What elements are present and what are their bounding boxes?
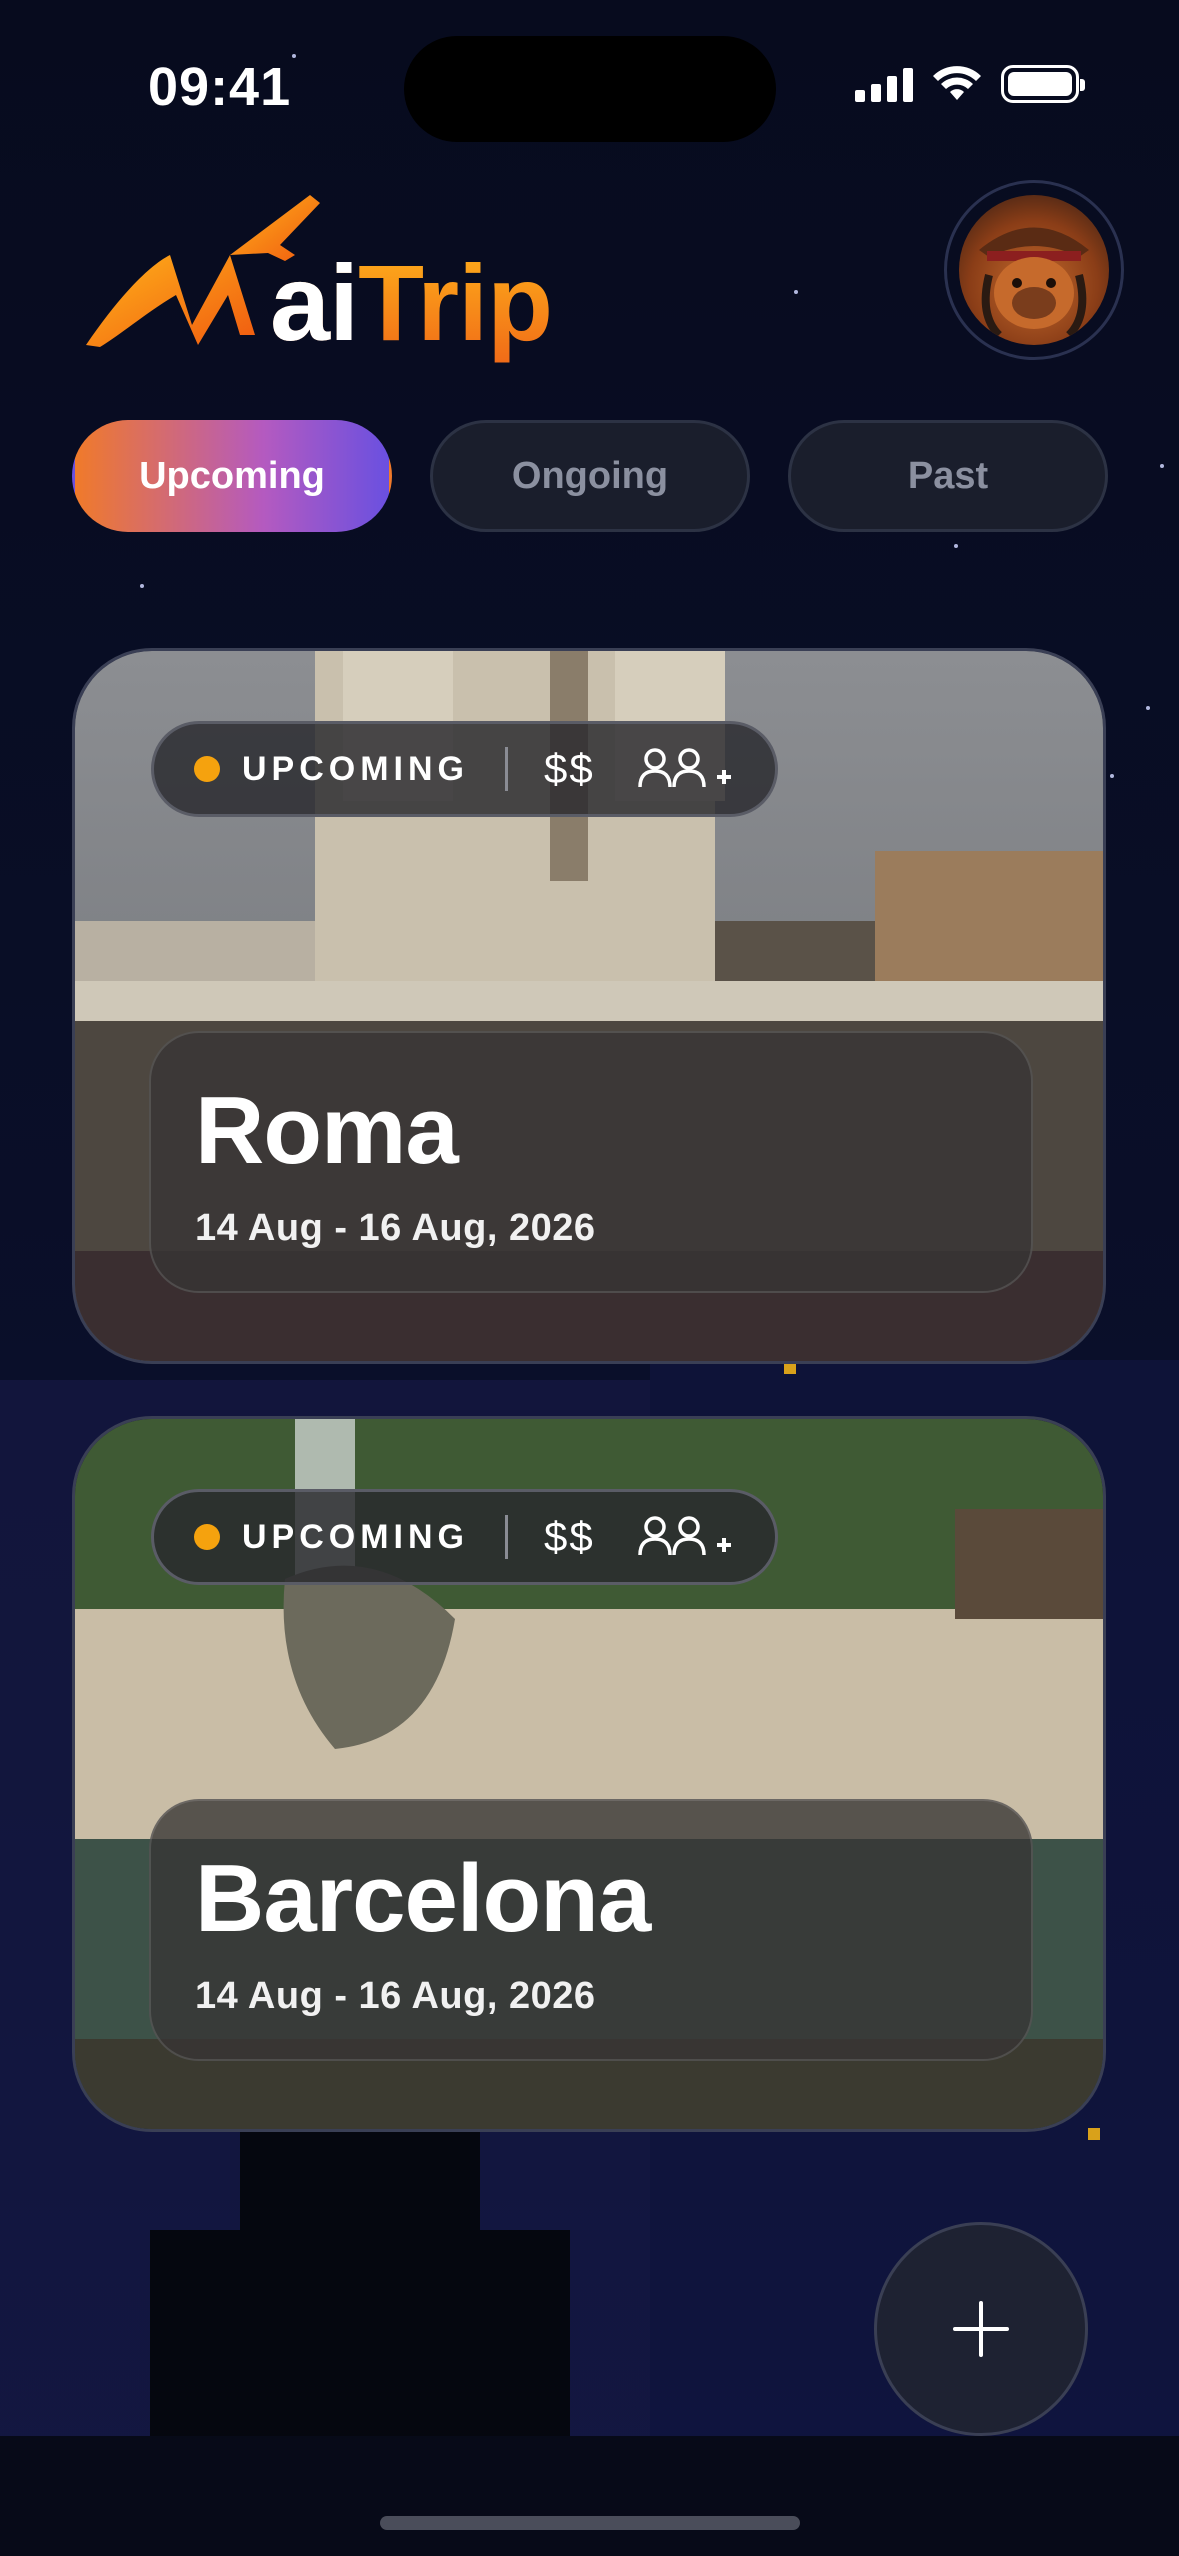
tab-past[interactable]: Past <box>788 420 1108 532</box>
status-time: 09:41 <box>148 57 292 117</box>
trip-info-panel: Barcelona 14 Aug - 16 Aug, 2026 <box>149 1799 1033 2061</box>
divider <box>505 1515 508 1559</box>
trip-meta-pill: UPCOMING $$ <box>151 1489 778 1585</box>
app-screen: 09:41 aiTrip Upcoming Ongoing Past UPCOM… <box>0 0 1179 2556</box>
wifi-icon <box>933 66 981 100</box>
trip-info-panel: Roma 14 Aug - 16 Aug, 2026 <box>149 1031 1033 1293</box>
star <box>1110 774 1114 778</box>
tab-upcoming[interactable]: Upcoming <box>72 420 392 532</box>
tab-ongoing[interactable]: Ongoing <box>430 420 750 532</box>
dynamic-island <box>404 36 776 142</box>
trip-price-level: $$ <box>544 745 595 792</box>
signal-icon <box>855 66 913 102</box>
trip-card[interactable]: UPCOMING $$ Roma 14 Aug - 16 Aug, 2026 <box>72 648 1106 1364</box>
avatar <box>959 195 1109 345</box>
group-add-icon <box>637 1516 731 1556</box>
pixel-dot <box>1088 2128 1100 2140</box>
status-icons <box>855 64 1085 104</box>
divider <box>505 747 508 791</box>
group-add-icon <box>637 748 731 788</box>
trip-price-level: $$ <box>544 1513 595 1560</box>
trip-city: Roma <box>195 1077 459 1184</box>
home-indicator[interactable] <box>380 2516 800 2530</box>
star <box>292 54 296 58</box>
bg-tower <box>150 2230 570 2440</box>
logo-wordmark: aiTrip <box>270 242 553 363</box>
battery-icon <box>1001 65 1085 103</box>
star <box>140 584 144 588</box>
bg-ground <box>0 2436 1179 2556</box>
capybara-pirate-avatar <box>979 227 1089 338</box>
trip-card[interactable]: UPCOMING $$ Barcelona 14 Aug - 16 Aug, 2… <box>72 1416 1106 2132</box>
star <box>1146 706 1150 710</box>
trip-status: UPCOMING <box>242 749 469 788</box>
trip-filter-tabs: Upcoming Ongoing Past <box>72 420 1108 532</box>
plus-icon <box>953 2301 1009 2357</box>
status-dot <box>194 756 220 782</box>
trip-dates: 14 Aug - 16 Aug, 2026 <box>195 1975 596 2017</box>
star <box>1160 464 1164 468</box>
add-trip-button[interactable] <box>874 2222 1088 2436</box>
profile-avatar-button[interactable] <box>944 180 1124 360</box>
trip-dates: 14 Aug - 16 Aug, 2026 <box>195 1207 596 1249</box>
star <box>954 544 958 548</box>
trip-status: UPCOMING <box>242 1517 469 1556</box>
status-dot <box>194 1524 220 1550</box>
trip-city: Barcelona <box>195 1845 651 1952</box>
star <box>794 290 798 294</box>
trip-meta-pill: UPCOMING $$ <box>151 721 778 817</box>
